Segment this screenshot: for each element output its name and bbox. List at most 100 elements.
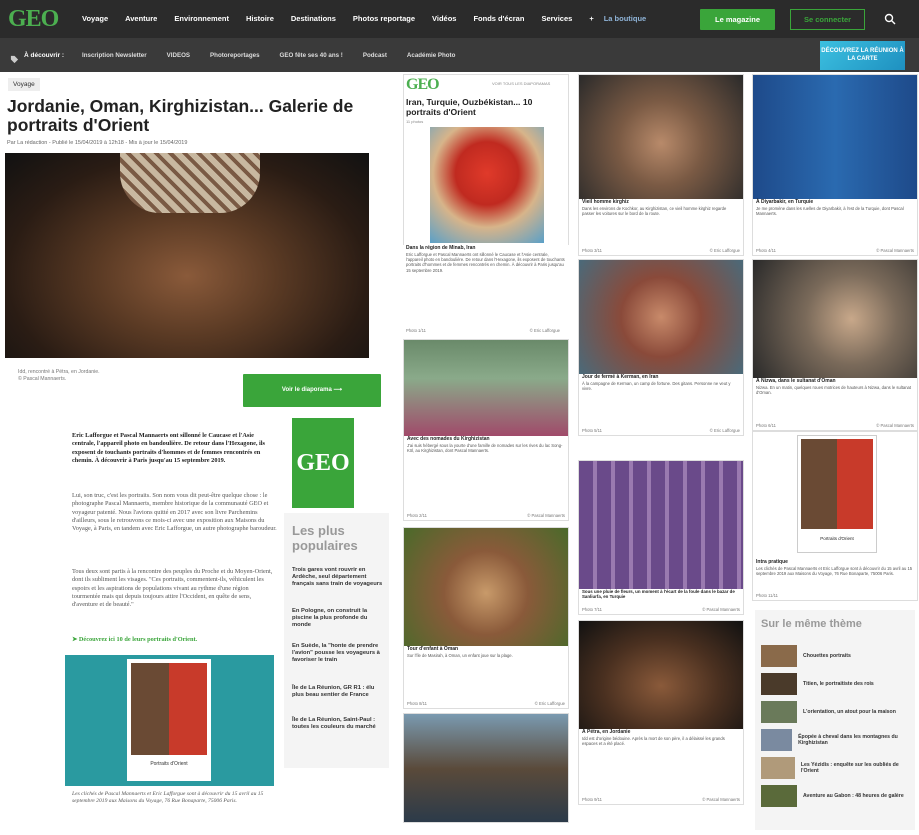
gallery-card-11[interactable]: Portraits d'Orient Intra pratique Les cl…: [752, 431, 918, 601]
popular-item[interactable]: En Suède, la "honte de prendre l'avion" …: [292, 643, 384, 665]
nav-item[interactable]: Environnement: [174, 14, 229, 23]
nav-item[interactable]: Fonds d'écran: [473, 14, 524, 23]
discover-link[interactable]: Podcast: [363, 52, 387, 59]
main-nav: Voyage Aventure Environnement Histoire D…: [82, 14, 663, 23]
theme-item-title: Chouettes portraits: [803, 652, 851, 659]
photo-caption: Sous une pluie de fleurs, un moment à l'…: [582, 589, 735, 599]
discover-link[interactable]: GEO fête ses 40 ans !: [280, 52, 343, 59]
photo-footer: Photo 8/11 © Eric Lafforgue: [404, 701, 568, 706]
article-paragraph-1: Lui, son truc, c'est les portraits. Son …: [72, 492, 277, 533]
theme-item[interactable]: Épopée à cheval dans les montagnes du Ki…: [761, 726, 911, 754]
gallery-title: Iran, Turquie, Ouzbékistan... 10 portrai…: [406, 97, 533, 117]
discover-link[interactable]: VIDEOS: [167, 52, 190, 59]
gallery-card-3[interactable]: Vieil homme kirghiz Dans les environs de…: [578, 74, 744, 256]
photo-footer: Photo 3/11 © Eric Lafforgue: [579, 248, 743, 253]
photo-index: Photo 11/11: [756, 593, 778, 598]
top-navbar: GEO Voyage Aventure Environnement Histoi…: [0, 0, 919, 38]
category-tag[interactable]: Voyage: [8, 78, 40, 91]
photo-description: À la campagne de Kerman, un camp de fort…: [582, 381, 731, 392]
gallery-card-9[interactable]: Tour d'enfant à Oman Sur l'île de Masira…: [403, 527, 569, 709]
exhibition-caption: Les clichés de Pascal Mannaerts et Eric …: [72, 791, 264, 805]
theme-thumb: [761, 645, 797, 667]
photo-footer: Photo 4/11 © Pascal Mannaerts: [753, 248, 917, 253]
diaporama-button[interactable]: Voir le diaporama ⟶: [243, 374, 381, 407]
gallery-photo-9: [404, 528, 568, 646]
theme-thumb: [761, 673, 797, 695]
photo-footer: Photo 1/11 © Eric Lafforgue: [403, 328, 563, 333]
nav-item[interactable]: Destinations: [291, 14, 336, 23]
nav-item[interactable]: Histoire: [246, 14, 274, 23]
nav-item[interactable]: Photos reportage: [353, 14, 415, 23]
geo-ad-block[interactable]: GEO: [292, 418, 354, 508]
article-title: Jordanie, Oman, Kirghizistan... Galerie …: [7, 96, 354, 135]
photo-footer: Photo 6/11 © Pascal Mannaerts: [753, 423, 917, 428]
geo-logo[interactable]: GEO: [8, 6, 59, 33]
photo-description: Nizwa. En un matin, quelques roues motri…: [756, 385, 912, 396]
nav-item[interactable]: Services: [541, 14, 572, 23]
gallery-photo-10: [579, 621, 743, 729]
tag-icon: [10, 51, 19, 69]
gallery-card-extra[interactable]: [403, 713, 569, 823]
photo-index: Photo 2/11: [407, 513, 427, 518]
magazine-button[interactable]: Le magazine: [700, 9, 775, 30]
photo-credit: © Eric Lafforgue: [534, 701, 565, 706]
photo-index: Photo 9/11: [582, 797, 602, 802]
photo-index: Photo 8/11: [407, 701, 427, 706]
headscarf-shape: [120, 153, 260, 213]
photo-description: Je me promène dans les ruelles de Diyarb…: [756, 206, 904, 217]
photo-footer: Photo 2/11 © Pascal Mannaerts: [404, 513, 568, 518]
discover-link[interactable]: Académie Photo: [407, 52, 455, 59]
gallery-card-5[interactable]: Jour de fermé à Kerman, en Iran À la cam…: [578, 259, 744, 436]
theme-item[interactable]: Les Yézidis : enquête sur les oubliés de…: [761, 754, 911, 782]
nav-item[interactable]: Aventure: [125, 14, 157, 23]
popular-panel: Les plus populaires Trois gares vont rou…: [284, 513, 389, 768]
photo-footer: Photo 9/11 © Pascal Mannaerts: [579, 797, 743, 802]
popular-item[interactable]: Trois gares vont rouvrir en Ardèche, seu…: [292, 567, 384, 589]
photo-credit: © Pascal Mannaerts: [527, 513, 565, 518]
popular-item[interactable]: En Pologne, on construit la piscine la p…: [292, 608, 384, 630]
poster-thumb-image: [801, 439, 873, 529]
discover-link[interactable]: Inscription Newsletter: [82, 52, 147, 59]
theme-thumb: [761, 785, 797, 807]
nav-item[interactable]: Vidéos: [432, 14, 456, 23]
gallery-photo-5: [579, 260, 743, 374]
poster-title: Portraits d'Orient: [150, 761, 188, 767]
gallery-card-1-text: Dans la région de Minab, Iran Eric Laffo…: [403, 245, 569, 336]
poster-thumb-title: Portraits d'Orient: [820, 536, 854, 541]
reunion-promo-banner[interactable]: DÉCOUVREZ LA RÉUNION À LA CARTE: [820, 41, 905, 70]
discover-links: Inscription Newsletter VIDEOS Photorepor…: [82, 52, 475, 59]
theme-item-title: Épopée à cheval dans les montagnes du Ki…: [798, 733, 898, 747]
gallery-photo-extra: [404, 714, 568, 822]
theme-item[interactable]: Chouettes portraits: [761, 642, 911, 670]
photo-description: J'ai suis hébergé sous la yourte d'une f…: [407, 443, 563, 454]
popular-item[interactable]: Île de La Réunion, GR R1 : élu plus beau…: [292, 685, 384, 699]
gallery-card-7[interactable]: Sous une pluie de fleurs, un moment à l'…: [578, 460, 744, 615]
photo-index: Photo 3/11: [582, 248, 602, 253]
theme-item[interactable]: Titien, le portraitiste des rois: [761, 670, 911, 698]
nav-boutique[interactable]: La boutique: [604, 14, 647, 23]
photo-footer: Photo 5/11 © Eric Lafforgue: [579, 428, 743, 433]
nav-item-more[interactable]: +: [589, 14, 593, 23]
nav-item[interactable]: Voyage: [82, 14, 108, 23]
photo-index: Photo 7/11: [582, 607, 602, 612]
popular-item[interactable]: Île de La Réunion, Saint-Paul : toutes l…: [292, 717, 384, 731]
gallery-photo-1[interactable]: [430, 127, 544, 243]
gallery-card-6[interactable]: À Nizwa, dans le sultanat d'Oman Nizwa. …: [752, 259, 918, 431]
gallery-card-4[interactable]: À Diyarbakir, en Turquie Je me promène d…: [752, 74, 918, 256]
gallery-photo-6: [753, 260, 917, 378]
gallery-card-10[interactable]: À Pétra, en Jordanie Idd est d'origine b…: [578, 620, 744, 805]
gallery-card-2[interactable]: Avec des nomades du Kirghizistan J'ai su…: [403, 339, 569, 521]
caption-line: Idd, rencontré à Pétra, en Jordanie.: [18, 369, 100, 375]
photo-description: Idd est d'origine bédouine. Après la mor…: [582, 736, 725, 747]
see-all-slideshows-link[interactable]: VOIR TOUS LES DIAPORAMAS: [492, 81, 550, 86]
gallery-photo-7: [579, 461, 743, 589]
search-icon[interactable]: [884, 12, 896, 30]
photo-description: Dans les environs de Kochkor, au Kirghiz…: [582, 206, 727, 217]
discover-link[interactable]: Photoreportages: [210, 52, 260, 59]
theme-item[interactable]: Aventure au Gabon : 48 heures de galère: [761, 782, 911, 810]
login-button[interactable]: Se connecter: [790, 9, 865, 30]
discover-gallery-link[interactable]: ➤ Découvrez ici 10 de leurs portraits d'…: [72, 636, 278, 644]
diaporama-label: Voir le diaporama: [281, 387, 332, 393]
theme-item[interactable]: L'orientation, un atout pour la maison: [761, 698, 911, 726]
photo-credit: © Eric Lafforgue: [529, 328, 560, 333]
